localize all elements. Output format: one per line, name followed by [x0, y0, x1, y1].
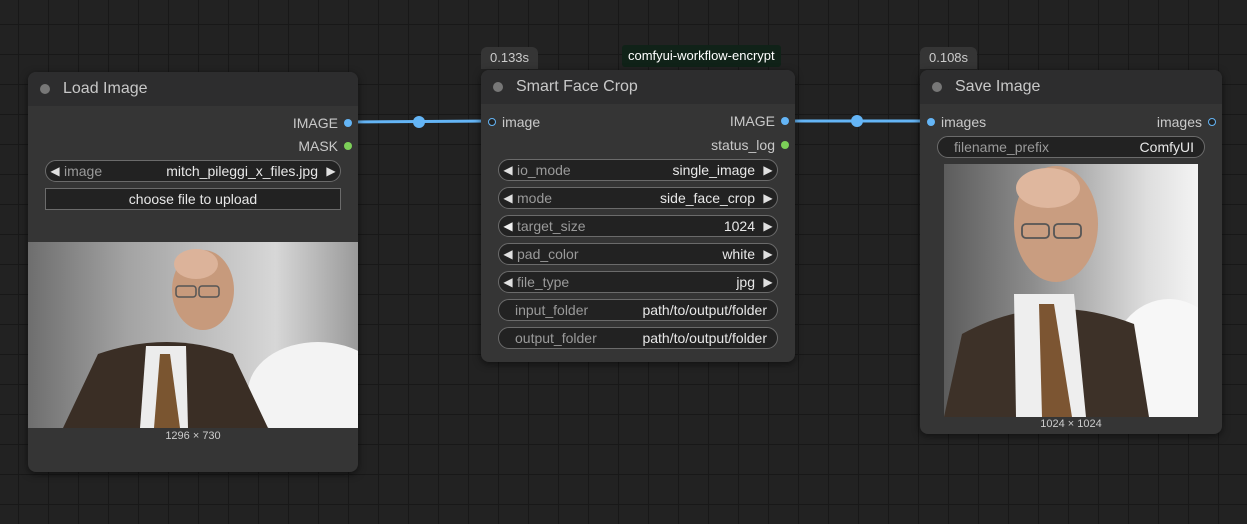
- group-tag: comfyui-workflow-encrypt: [622, 45, 781, 67]
- node-status-dot[interactable]: [493, 82, 503, 92]
- save-image-node[interactable]: Save Image images images filename_prefix…: [920, 70, 1222, 434]
- image-size-label: 1296 × 730: [165, 430, 221, 442]
- mode-widget[interactable]: ◀ mode side_face_crop ▶: [498, 187, 778, 209]
- file-type-widget[interactable]: ◀ file_type jpg ▶: [498, 271, 778, 293]
- output-socket[interactable]: [781, 117, 789, 125]
- input-folder-field[interactable]: input_folder path/to/output/folder: [498, 299, 778, 321]
- widget-value: path/to/output/folder: [642, 330, 767, 346]
- node-status-dot[interactable]: [40, 84, 50, 94]
- output-label: IMAGE: [292, 115, 338, 131]
- node-status-dot[interactable]: [932, 82, 942, 92]
- left-arrow-icon[interactable]: ◀: [46, 164, 64, 178]
- widget-label: input_folder: [515, 302, 589, 318]
- link-load-to-crop: [346, 119, 493, 124]
- widget-value: side_face_crop: [660, 190, 755, 206]
- widget-value: 1024: [723, 218, 755, 234]
- load-image-node[interactable]: Load Image IMAGE MASK ◀ image mitch_pile…: [28, 72, 358, 472]
- target-size-widget[interactable]: ◀ target_size 1024 ▶: [498, 215, 778, 237]
- input-label: images: [941, 114, 987, 130]
- load-image-title-bar[interactable]: Load Image: [28, 72, 358, 106]
- input-label: image: [502, 114, 541, 130]
- node-title: Smart Face Crop: [516, 78, 638, 95]
- input-socket[interactable]: [927, 118, 935, 126]
- output-image-preview: [944, 164, 1198, 417]
- right-arrow-icon[interactable]: ▶: [322, 164, 340, 178]
- widget-label: file_type: [517, 274, 570, 290]
- output-socket[interactable]: [344, 142, 352, 150]
- widget-label: image: [64, 163, 103, 179]
- widget-value: mitch_pileggi_x_files.jpg: [166, 163, 318, 179]
- pad-color-widget[interactable]: ◀ pad_color white ▶: [498, 243, 778, 265]
- widget-label: pad_color: [517, 246, 579, 262]
- io-mode-widget[interactable]: ◀ io_mode single_image ▶: [498, 159, 778, 181]
- execution-time-badge: 0.108s: [920, 47, 978, 69]
- image-size-label: 1024 × 1024: [1040, 418, 1102, 430]
- right-arrow-icon[interactable]: ▶: [759, 247, 777, 261]
- output-mask[interactable]: MASK: [298, 138, 352, 154]
- output-socket[interactable]: [344, 119, 352, 127]
- left-arrow-icon[interactable]: ◀: [499, 275, 517, 289]
- widget-value: ComfyUI: [1139, 139, 1194, 155]
- output-label: IMAGE: [729, 113, 775, 129]
- upload-button[interactable]: choose file to upload: [45, 188, 341, 210]
- left-arrow-icon[interactable]: ◀: [499, 163, 517, 177]
- output-socket[interactable]: [781, 141, 789, 149]
- output-folder-field[interactable]: output_folder path/to/output/folder: [498, 327, 778, 349]
- widget-label: output_folder: [515, 330, 597, 346]
- output-status-log[interactable]: status_log: [711, 137, 789, 153]
- input-socket[interactable]: [488, 118, 496, 126]
- output-image[interactable]: IMAGE: [730, 113, 789, 129]
- widget-value: path/to/output/folder: [642, 302, 767, 318]
- left-arrow-icon[interactable]: ◀: [499, 219, 517, 233]
- input-images[interactable]: images: [927, 114, 986, 130]
- right-arrow-icon[interactable]: ▶: [759, 163, 777, 177]
- link-midpoint-1: [413, 116, 425, 128]
- widget-label: mode: [517, 190, 553, 206]
- image-select-widget[interactable]: ◀ image mitch_pileggi_x_files.jpg ▶: [45, 160, 341, 182]
- execution-time-badge: 0.133s: [481, 47, 539, 69]
- widget-value: white: [722, 246, 755, 262]
- node-title: Load Image: [63, 80, 148, 97]
- widget-value: jpg: [736, 274, 755, 290]
- smart-face-crop-title-bar[interactable]: Smart Face Crop: [481, 70, 795, 104]
- right-arrow-icon[interactable]: ▶: [759, 275, 777, 289]
- link-midpoint-2: [851, 115, 863, 127]
- left-arrow-icon[interactable]: ◀: [499, 191, 517, 205]
- widget-label: io_mode: [517, 162, 571, 178]
- widget-label: target_size: [517, 218, 586, 234]
- output-label: images: [1156, 114, 1202, 130]
- widget-label: filename_prefix: [954, 139, 1049, 155]
- smart-face-crop-node[interactable]: Smart Face Crop image IMAGE status_log ◀…: [481, 70, 795, 362]
- left-arrow-icon[interactable]: ◀: [499, 247, 517, 261]
- output-socket[interactable]: [1208, 118, 1216, 126]
- output-label: status_log: [711, 137, 775, 153]
- preview-image: [28, 242, 358, 428]
- filename-prefix-field[interactable]: filename_prefix ComfyUI: [937, 136, 1205, 158]
- save-image-title-bar[interactable]: Save Image: [920, 70, 1222, 104]
- output-images[interactable]: images: [1157, 114, 1216, 130]
- input-image[interactable]: image: [488, 114, 540, 130]
- output-label: MASK: [298, 138, 338, 154]
- node-title: Save Image: [955, 78, 1041, 95]
- output-image[interactable]: IMAGE: [293, 115, 352, 131]
- widget-value: single_image: [672, 162, 756, 178]
- right-arrow-icon[interactable]: ▶: [759, 191, 777, 205]
- right-arrow-icon[interactable]: ▶: [759, 219, 777, 233]
